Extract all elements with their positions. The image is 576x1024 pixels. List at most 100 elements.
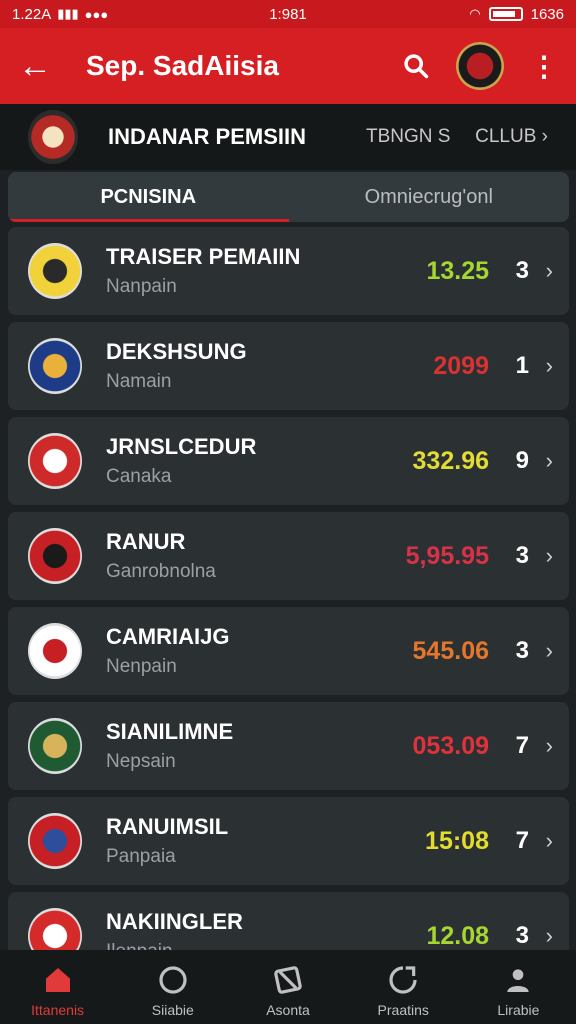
row-text: RANUR Ganrobnolna [106, 529, 216, 583]
row-title: RANUIMSIL [106, 814, 229, 839]
row-count: 7 [515, 827, 529, 854]
player-list: TRAISER PEMAIIN Nanpain 13.25 3 › DEKSHSUNG Na… [8, 227, 569, 987]
list-item[interactable]: DEKSHSUNG Namain 2099 1 › [8, 322, 569, 410]
subnav-link[interactable]: TBNGN S [366, 126, 450, 148]
row-value: 2099 [433, 351, 489, 380]
nav-item-label: Praatins [377, 1002, 429, 1018]
tab-omniecrug[interactable]: Omniecrug'onl [289, 172, 570, 222]
row-value: 053.09 [412, 731, 489, 760]
bottom-navigation: Ittanenis Siiabie Asonta Praatins Lirabie [0, 950, 576, 1024]
club-subnav: INDANAR PEMSIIN TBNGN S CLLUB › [0, 104, 576, 170]
row-subtitle: Ganrobnolna [106, 561, 216, 582]
app-bar: ← Sep. SadAiisia ⋮ [0, 28, 576, 104]
team-logo-icon [28, 813, 82, 869]
row-subtitle: Panpaia [106, 846, 176, 867]
row-title: TRAISER PEMAIIN [106, 244, 301, 269]
status-bar: 1.22A ▮▮▮ ●●● 1:981 ◠ 1636 [0, 0, 576, 28]
chevron-right-icon: › [545, 733, 553, 758]
club-crest [28, 110, 78, 164]
status-left: 1.22A ▮▮▮ ●●● [12, 6, 108, 23]
home-icon [42, 964, 74, 996]
battery-icon [488, 7, 523, 21]
team-logo-icon [28, 528, 82, 584]
status-time: 1.22A [12, 5, 52, 23]
notification-icon: ●●● [84, 6, 109, 22]
more-options-icon[interactable]: ⋮ [530, 50, 558, 83]
profile-icon [502, 964, 534, 996]
row-title: JRNSLCEDUR [106, 434, 257, 459]
row-count: 1 [515, 352, 529, 379]
page-title: Sep. SadAiisia [86, 50, 279, 81]
chevron-right-icon: › [545, 353, 553, 378]
row-text: SIANILIMNE Nepsain [106, 719, 233, 773]
row-text: CAMRIAIJG Nenpain [106, 624, 229, 678]
row-value: 12.08 [426, 921, 489, 950]
row-subtitle: Nenpain [106, 656, 177, 677]
status-right: ◠ 1636 [469, 6, 564, 23]
row-subtitle: Nanpain [106, 276, 177, 297]
row-subtitle: Nepsain [106, 751, 176, 772]
battery-level: 1636 [530, 5, 564, 23]
row-text: RANUIMSIL Panpaia [106, 814, 228, 868]
nav-item-home[interactable]: Ittanenis [0, 964, 115, 1018]
club-link[interactable]: CLLUB › [475, 126, 548, 148]
nav-item-loop[interactable]: Praatins [346, 964, 461, 1018]
tag-icon [272, 964, 304, 996]
team-logo-icon [28, 623, 82, 679]
team-logo-icon [28, 243, 82, 299]
chevron-right-icon: › [545, 638, 553, 663]
list-item[interactable]: TRAISER PEMAIIN Nanpain 13.25 3 › [8, 227, 569, 315]
nav-item-circle[interactable]: Siiabie [115, 964, 230, 1018]
chevron-right-icon: › [545, 828, 553, 853]
row-title: RANUR [106, 529, 186, 554]
circle-icon [157, 964, 189, 996]
tab-pcnisina[interactable]: PCNISINA [8, 172, 289, 222]
nav-item-label: Ittanenis [31, 1002, 85, 1018]
row-count: 3 [515, 542, 529, 569]
row-subtitle: Namain [106, 371, 172, 392]
row-count: 3 [515, 922, 529, 949]
back-arrow-icon[interactable]: ← [18, 49, 66, 83]
row-value: 545.06 [412, 636, 489, 665]
team-logo-icon [28, 338, 82, 394]
wifi-icon: ◠ [469, 6, 481, 21]
row-title: NAKIINGLER [106, 909, 243, 934]
row-title: SIANILIMNE [106, 719, 234, 744]
search-icon[interactable] [402, 52, 430, 80]
list-item[interactable]: JRNSLCEDUR Canaka 332.96 9 › [8, 417, 569, 505]
app-bar-actions: ⋮ [402, 42, 558, 90]
chevron-right-icon: › [545, 258, 553, 283]
nav-item-profile[interactable]: Lirabie [461, 964, 576, 1018]
nav-item-tag[interactable]: Asonta [230, 964, 345, 1018]
row-value: 332.96 [412, 446, 489, 475]
row-subtitle: Canaka [106, 466, 172, 487]
chevron-right-icon: › [545, 448, 553, 473]
row-count: 3 [515, 637, 529, 664]
row-text: JRNSLCEDUR Canaka [106, 434, 256, 488]
list-item[interactable]: RANUIMSIL Panpaia 15:08 7 › [8, 797, 569, 885]
subnav-title: INDANAR PEMSIIN [108, 124, 307, 149]
row-value: 13.25 [426, 256, 489, 285]
row-text: DEKSHSUNG Namain [106, 339, 247, 393]
list-item[interactable]: CAMRIAIJG Nenpain 545.06 3 › [8, 607, 569, 695]
row-count: 9 [515, 447, 529, 474]
row-value: 15:08 [425, 826, 489, 855]
chevron-right-icon: › [545, 923, 553, 948]
club-link-label: CLLUB [475, 126, 537, 147]
row-title: CAMRIAIJG [106, 624, 230, 649]
list-item[interactable]: SIANILIMNE Nepsain 053.09 7 › [8, 702, 569, 790]
loop-icon [387, 964, 419, 996]
team-logo-icon [28, 433, 82, 489]
chevron-right-icon: › [541, 126, 548, 147]
row-value: 5,95.95 [405, 541, 489, 570]
signal-icon: ▮▮▮ [57, 6, 79, 21]
row-count: 7 [515, 732, 529, 759]
team-logo-icon [28, 718, 82, 774]
tab-bar: PCNISINA Omniecrug'onl [8, 172, 569, 222]
club-logo[interactable] [456, 42, 504, 90]
list-item[interactable]: RANUR Ganrobnolna 5,95.95 3 › [8, 512, 569, 600]
row-count: 3 [515, 257, 529, 284]
nav-item-label: Siiabie [151, 1002, 194, 1018]
nav-item-label: Lirabie [497, 1002, 540, 1018]
chevron-right-icon: › [545, 543, 553, 568]
